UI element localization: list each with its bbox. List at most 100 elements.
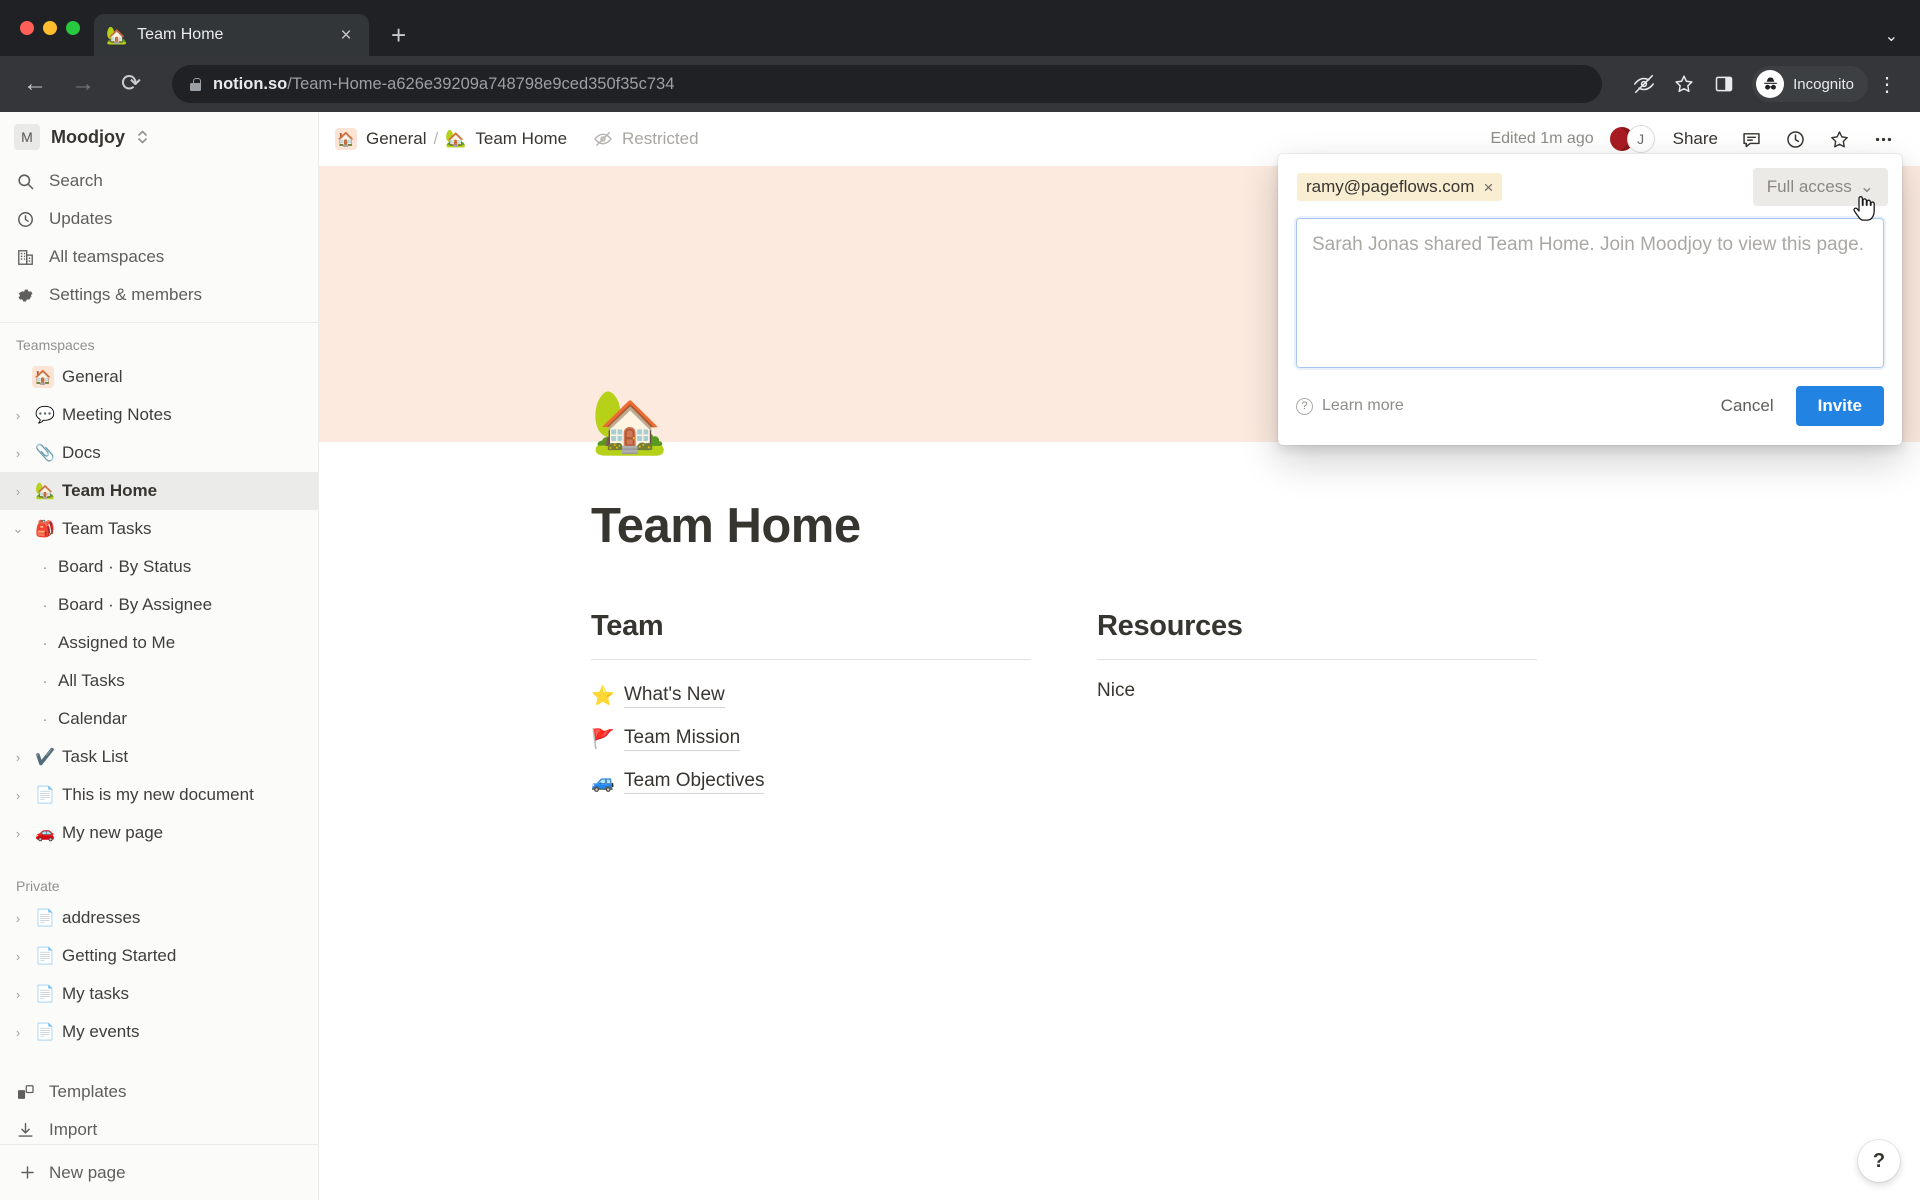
workspace-switcher[interactable]: M Moodjoy (0, 112, 318, 162)
page-link-row[interactable]: 🚙 Team Objectives (591, 760, 1031, 803)
chevron-right-icon[interactable]: › (8, 826, 28, 841)
chevron-down-icon[interactable]: ⌄ (8, 521, 28, 537)
chevron-right-icon[interactable]: › (8, 446, 28, 461)
sidebar-item-import[interactable]: Import (0, 1111, 318, 1144)
eye-off-icon[interactable] (1626, 66, 1662, 102)
chevron-right-icon[interactable]: › (8, 484, 28, 499)
sidebar-item-meeting-notes[interactable]: › 💬 Meeting Notes (0, 396, 318, 434)
sidebar: M Moodjoy Search Updates All teamspaces … (0, 112, 319, 1200)
star-icon[interactable] (1824, 124, 1854, 154)
speech-balloon-emoji-icon: 💬 (35, 407, 55, 424)
page-link-label[interactable]: What's New (624, 684, 725, 708)
cancel-button[interactable]: Cancel (1721, 396, 1774, 416)
new-tab-button[interactable]: + (391, 22, 406, 48)
sidebar-item-all-tasks[interactable]: · All Tasks (0, 662, 318, 700)
breadcrumb-item-general[interactable]: 🏠 General (335, 128, 426, 150)
side-panel-icon[interactable] (1706, 66, 1742, 102)
chevron-down-icon: ⌄ (1859, 177, 1874, 196)
divider (1097, 659, 1537, 660)
breadcrumb-item-team-home[interactable]: 🏡 Team Home (445, 129, 567, 149)
browser-menu-button[interactable]: ⋮ (1872, 72, 1902, 97)
paragraph-text[interactable]: Nice (1097, 674, 1537, 708)
sidebar-item-addresses[interactable]: › 📄 addresses (0, 899, 318, 937)
comment-icon[interactable] (1736, 124, 1766, 154)
chevron-right-icon[interactable]: › (8, 949, 28, 964)
tab-favicon-icon: 🏡 (106, 25, 128, 45)
sidebar-scroll-area[interactable]: M Moodjoy Search Updates All teamspaces … (0, 112, 318, 1144)
help-button[interactable]: ? (1858, 1140, 1900, 1182)
sidebar-item-my-new-page[interactable]: › 🚗 My new page (0, 814, 318, 852)
bullet-icon: · (42, 672, 48, 690)
share-button[interactable]: Share (1669, 129, 1722, 149)
browser-tab[interactable]: 🏡 Team Home × (94, 14, 369, 56)
new-page-label: New page (49, 1162, 126, 1182)
history-icon[interactable] (1780, 124, 1810, 154)
back-button[interactable]: ← (18, 72, 52, 96)
bullet-icon: · (42, 634, 48, 652)
page-link-label[interactable]: Team Objectives (624, 770, 765, 794)
sidebar-item-board-by-assignee[interactable]: · Board · By Assignee (0, 586, 318, 624)
page-title[interactable]: Team Home (591, 498, 1920, 554)
address-bar[interactable]: notion.so/Team-Home-a626e39209a748798e9c… (172, 65, 1603, 103)
sidebar-item-label: Task List (62, 747, 129, 766)
column-resources: Resources Nice (1097, 610, 1537, 803)
invite-email-input[interactable]: ramy@pageflows.com × (1292, 168, 1753, 206)
chevron-right-icon[interactable]: › (8, 1025, 28, 1040)
star-icon[interactable] (1666, 66, 1702, 102)
close-window-button[interactable] (20, 21, 34, 35)
sidebar-item-getting-started[interactable]: › 📄 Getting Started (0, 937, 318, 975)
sidebar-item-updates[interactable]: Updates (0, 200, 318, 238)
sidebar-item-general[interactable]: 🏠 General (0, 358, 318, 396)
chevron-right-icon[interactable]: › (8, 750, 28, 765)
page-body: 🏡 Team Home Team ⭐ What's New 🚩 Team Mis… (319, 392, 1920, 803)
sidebar-item-calendar[interactable]: · Calendar (0, 700, 318, 738)
sidebar-item-label: My new page (62, 823, 164, 842)
reload-button[interactable]: ⟳ (114, 72, 148, 96)
car-emoji-icon: 🚙 (591, 771, 615, 793)
chevron-right-icon[interactable]: › (8, 408, 28, 423)
restricted-badge[interactable]: Restricted (593, 129, 699, 149)
sidebar-item-my-tasks[interactable]: › 📄 My tasks (0, 975, 318, 1013)
remove-email-icon[interactable]: × (1483, 179, 1493, 196)
sidebar-item-templates[interactable]: Templates (0, 1073, 318, 1111)
sidebar-item-this-is-my-new-document[interactable]: › 📄 This is my new document (0, 776, 318, 814)
chevron-right-icon[interactable]: › (8, 911, 28, 926)
sidebar-item-all-teamspaces[interactable]: All teamspaces (0, 238, 318, 276)
sidebar-item-docs[interactable]: › 📎 Docs (0, 434, 318, 472)
sidebar-divider (0, 322, 318, 323)
sidebar-item-my-events[interactable]: › 📄 My events (0, 1013, 318, 1051)
minimize-window-button[interactable] (43, 21, 57, 35)
topbar-actions: Edited 1m ago J Share (1490, 124, 1898, 154)
sidebar-item-label: Assigned to Me (58, 633, 176, 652)
invite-button[interactable]: Invite (1795, 386, 1884, 426)
sidebar-item-team-home[interactable]: › 🏡 Team Home (0, 472, 318, 510)
email-chip[interactable]: ramy@pageflows.com × (1297, 173, 1503, 201)
avatar[interactable]: J (1626, 125, 1655, 153)
tab-search-button[interactable]: ⌄ (1885, 26, 1920, 56)
collaborator-avatars[interactable]: J (1607, 125, 1655, 153)
sidebar-item-settings-members[interactable]: Settings & members (0, 276, 318, 314)
sidebar-item-label: General (62, 367, 123, 386)
sidebar-item-team-tasks[interactable]: ⌄ 🎒 Team Tasks (0, 510, 318, 548)
sidebar-item-assigned-to-me[interactable]: · Assigned to Me (0, 624, 318, 662)
page-link-row[interactable]: ⭐ What's New (591, 674, 1031, 717)
profile-incognito-button[interactable]: Incognito (1752, 66, 1868, 102)
chevron-right-icon[interactable]: › (8, 788, 28, 803)
sidebar-item-search[interactable]: Search (0, 162, 318, 200)
learn-more-link[interactable]: ? Learn more (1296, 397, 1404, 415)
sidebar-item-board-by-status[interactable]: · Board · By Status (0, 548, 318, 586)
chevron-right-icon[interactable]: › (8, 987, 28, 1002)
page-link-row[interactable]: 🚩 Team Mission (591, 717, 1031, 760)
page-link-label[interactable]: Team Mission (624, 727, 741, 751)
access-level-dropdown[interactable]: Full access ⌄ (1752, 168, 1888, 221)
maximize-window-button[interactable] (66, 21, 80, 35)
new-page-button[interactable]: New page (0, 1144, 318, 1200)
page-emoji-icon: 📄 (35, 1024, 55, 1041)
forward-button[interactable]: → (66, 72, 100, 96)
close-tab-button[interactable]: × (335, 26, 357, 45)
more-options-icon[interactable] (1868, 124, 1898, 154)
invite-message-textarea[interactable]: Sarah Jonas shared Team Home. Join Moodj… (1296, 218, 1884, 368)
sidebar-item-label: All Tasks (58, 671, 125, 690)
access-level-label: Full access (1766, 177, 1852, 196)
sidebar-item-task-list[interactable]: › ✔️ Task List (0, 738, 318, 776)
